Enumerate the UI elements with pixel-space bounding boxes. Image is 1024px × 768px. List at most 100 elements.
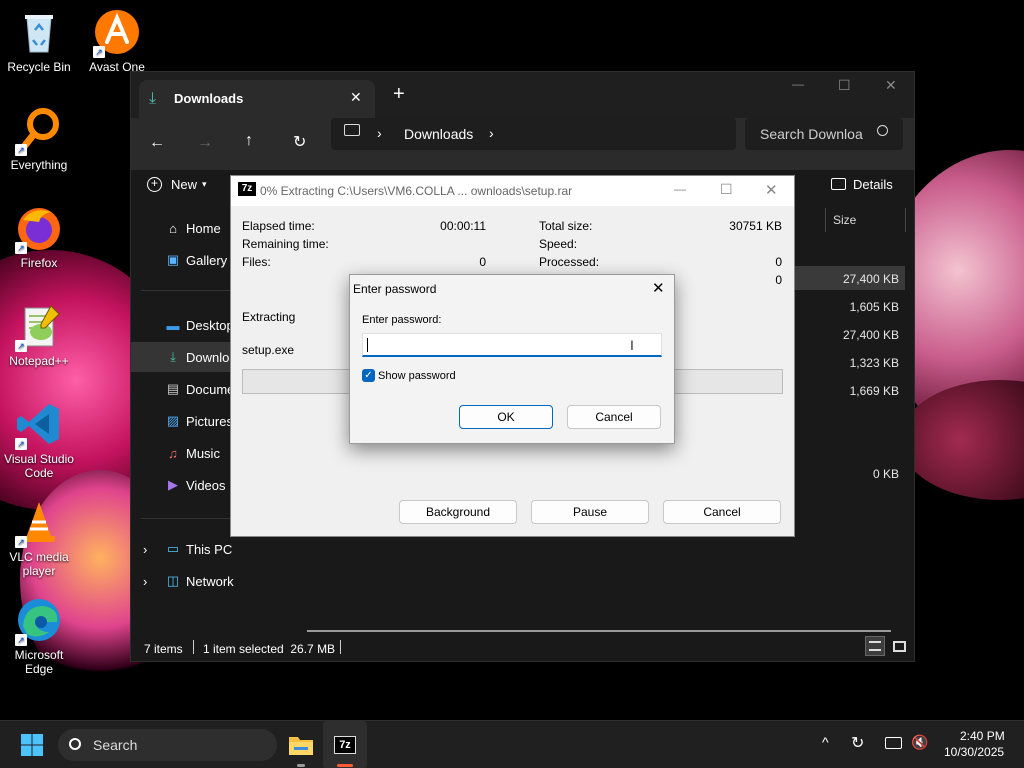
pause-button[interactable]: Pause — [531, 500, 649, 524]
desktop-icon-everything[interactable]: ↗ Everything — [1, 106, 77, 172]
avast-icon: ↗ — [93, 8, 141, 58]
refresh-button[interactable]: ↻ — [293, 132, 306, 152]
password-input[interactable]: I — [362, 333, 662, 357]
new-button-label: New — [171, 176, 198, 192]
processed-value: 0 — [775, 255, 782, 269]
selection-info: 1 item selected 26.7 MB — [203, 642, 336, 656]
clock-date[interactable]: 10/30/2025 — [944, 745, 1004, 759]
status-bar: 7 items 1 item selected 26.7 MB — [131, 632, 914, 662]
background-button[interactable]: Background — [399, 500, 517, 524]
start-button[interactable] — [10, 721, 54, 768]
sidebar-item-label: Pictures — [186, 413, 233, 429]
up-button[interactable]: ↑ — [245, 132, 253, 150]
desktop-icon-label: VLC media player — [9, 550, 69, 578]
tab-downloads[interactable]: ⤓ Downloads ✕ — [139, 80, 375, 118]
shortcut-arrow-icon: ↗ — [15, 242, 27, 254]
breadcrumb-item[interactable]: Downloads — [404, 126, 473, 142]
music-icon: ♫ — [168, 445, 178, 461]
this-pc-icon — [344, 124, 360, 136]
column-header-size[interactable]: Size — [833, 213, 856, 227]
desktop-icon-label: Everything — [10, 158, 68, 172]
show-password-label[interactable]: Show password — [378, 370, 456, 382]
taskbar-file-explorer[interactable] — [279, 721, 323, 768]
breadcrumb[interactable]: › Downloads › — [331, 118, 736, 150]
ok-button[interactable]: OK — [459, 405, 553, 429]
back-button[interactable]: ← — [149, 134, 165, 152]
shortcut-arrow-icon: ↗ — [93, 46, 105, 58]
sidebar-item-label: Gallery — [186, 252, 228, 268]
dialog-title: Enter password — [353, 282, 437, 296]
remaining-time-label: Remaining time: — [242, 237, 329, 251]
documents-icon: ▤ — [166, 381, 180, 396]
new-button[interactable]: + New ▾ — [147, 172, 207, 196]
close-button[interactable]: ✕ — [765, 181, 778, 199]
password-field-label: Enter password: — [362, 314, 442, 326]
current-file-name: setup.exe — [242, 343, 295, 357]
tab-close-button[interactable]: ✕ — [350, 89, 362, 106]
minimize-button[interactable]: — — [792, 77, 804, 91]
taskbar-search-box[interactable]: Search — [58, 729, 277, 761]
volume-muted-icon[interactable]: 🔇 — [911, 734, 928, 751]
desktop-icon-label: Visual Studio Code — [4, 452, 74, 480]
download-icon: ⤓ — [149, 90, 157, 107]
search-input[interactable]: Search Downloa — [760, 126, 863, 142]
network-icon: ◫ — [166, 573, 180, 588]
sidebar-item-this-pc[interactable]: › ▭ This PC — [131, 534, 289, 564]
maximize-button[interactable]: ☐ — [720, 181, 733, 198]
maximize-button[interactable]: ☐ — [838, 77, 851, 94]
edge-icon: ↗ — [15, 596, 63, 646]
desktop-icon-vlc[interactable]: ↗ VLC media player — [1, 498, 77, 578]
desktop-icon-avast[interactable]: ↗ Avast One — [79, 8, 155, 74]
details-view-button[interactable] — [865, 636, 885, 656]
notepad-plus-plus-icon: ↗ — [15, 302, 63, 352]
files-label: Files: — [242, 255, 271, 269]
desktop-icon-edge[interactable]: ↗ Microsoft Edge — [1, 596, 77, 676]
sidebar-item-network[interactable]: › ◫ Network — [131, 566, 289, 596]
new-tab-button[interactable]: + — [393, 84, 405, 104]
desktop-icon-label: Microsoft Edge — [14, 648, 64, 676]
active-indicator — [337, 764, 353, 767]
tray-overflow-chevron[interactable]: ^ — [822, 734, 829, 750]
close-window-button[interactable]: ✕ — [885, 77, 897, 94]
tiles-view-button[interactable] — [889, 636, 909, 656]
file-size-cell: 27,400 KB — [842, 328, 899, 342]
desktop-icon-label: Recycle Bin — [7, 60, 71, 74]
list-view-icon — [869, 641, 881, 651]
search-box[interactable]: Search Downloa — [745, 118, 903, 150]
desktop-icon-recycle-bin[interactable]: Recycle Bin — [1, 8, 77, 74]
desktop-icon-vscode[interactable]: ↗ Visual Studio Code — [1, 400, 77, 480]
taskbar: Search 7z ^ ↻ 🔇 2:40 PM 10/30/2025 — [0, 720, 1024, 768]
windows-logo-icon — [21, 734, 43, 756]
shortcut-arrow-icon: ↗ — [15, 634, 27, 646]
chevron-down-icon: ▾ — [202, 178, 207, 189]
details-button-label: Details — [853, 176, 893, 192]
minimize-button[interactable]: — — [674, 182, 686, 196]
download-icon: ⤓ — [170, 349, 176, 364]
forward-button[interactable]: → — [197, 134, 213, 152]
progress-titlebar: 7z 0% Extracting C:\Users\VM6.COLLA ... … — [231, 176, 794, 206]
tiles-view-icon — [892, 640, 906, 652]
desktop-icon-firefox[interactable]: ↗ Firefox — [1, 204, 77, 270]
text-caret — [367, 338, 368, 352]
plus-circle-icon: + — [147, 176, 162, 192]
taskbar-7zip[interactable]: 7z — [323, 721, 367, 768]
home-icon: ⌂ — [169, 220, 177, 236]
show-password-checkbox[interactable]: ✓ — [362, 369, 375, 382]
network-status-icon[interactable] — [885, 737, 902, 749]
cancel-button[interactable]: Cancel — [567, 405, 661, 429]
search-label: Search — [93, 737, 138, 753]
vscode-icon: ↗ — [15, 400, 63, 450]
cancel-button[interactable]: Cancel — [663, 500, 781, 524]
shortcut-arrow-icon: ↗ — [15, 438, 27, 450]
clock-time[interactable]: 2:40 PM — [960, 729, 1005, 743]
shortcut-arrow-icon: ↗ — [15, 340, 27, 352]
running-indicator — [297, 764, 305, 767]
details-pane-button[interactable]: Details — [831, 172, 893, 196]
7zip-app-icon: 7z — [238, 182, 256, 196]
desktop-icon-label: Firefox — [20, 256, 58, 270]
sidebar-item-label: Music — [186, 445, 220, 461]
file-size-cell: 1,669 KB — [849, 384, 899, 398]
sync-alert-icon[interactable]: ↻ — [851, 733, 864, 753]
dialog-close-button[interactable]: ✕ — [652, 279, 665, 297]
desktop-icon-notepad-plus-plus[interactable]: ↗ Notepad++ — [1, 302, 77, 368]
